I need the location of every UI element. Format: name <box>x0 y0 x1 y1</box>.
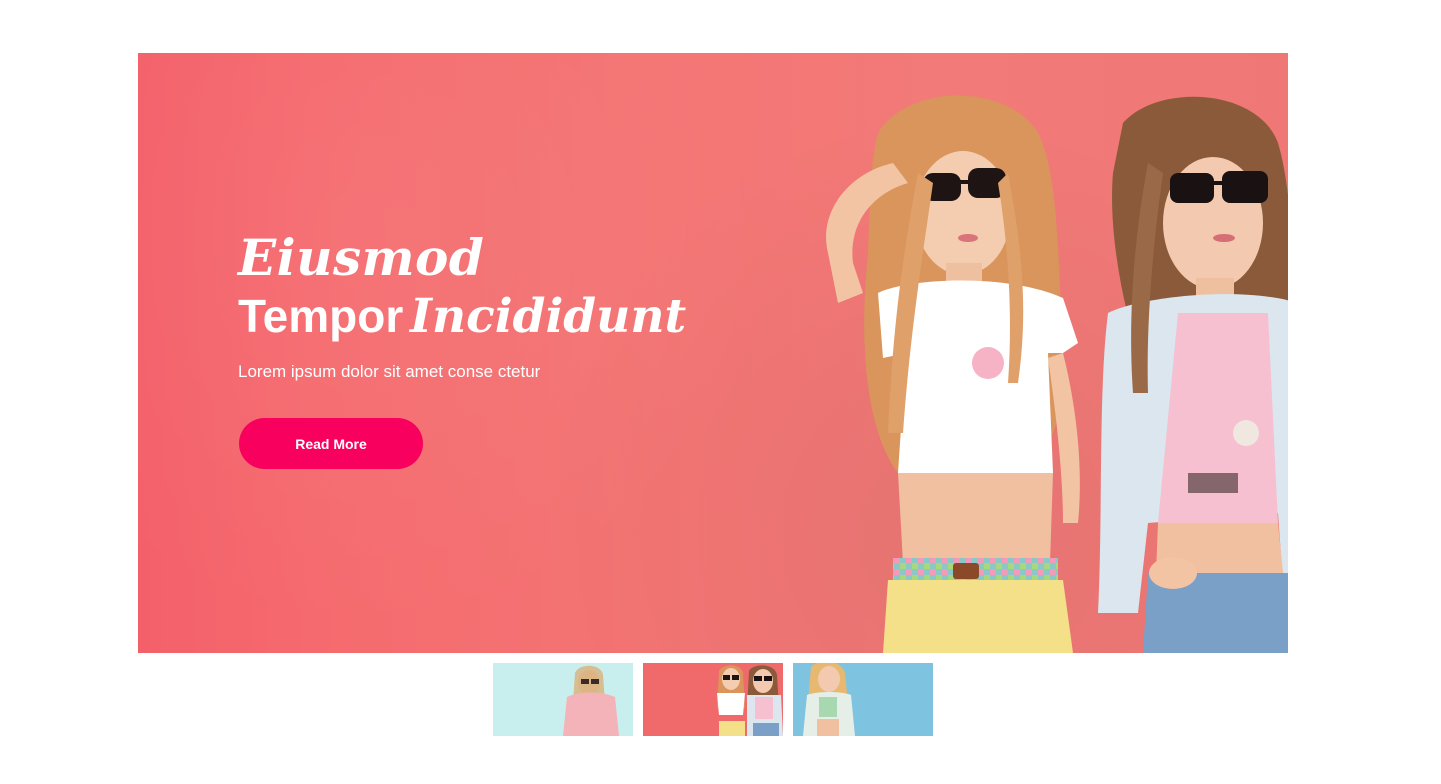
thumbnail-image-3 <box>793 663 933 736</box>
slide-title-line2: Tempor Incididunt <box>238 287 758 354</box>
fashion-models-image <box>826 95 1288 653</box>
slider-thumbnails <box>493 663 933 736</box>
thumbnail-image-1 <box>493 663 633 736</box>
slide-title-italic: Incididunt <box>409 289 687 344</box>
hero-slider: Eiusmod Tempor Incididunt Lorem ipsum do… <box>138 53 1288 653</box>
slide-title-line1: Eiusmod <box>238 228 485 287</box>
slide-title-bold: Tempor <box>238 290 404 342</box>
model-right <box>1098 96 1288 653</box>
slide-thumbnail-2[interactable] <box>643 663 783 736</box>
slide-thumbnail-1[interactable] <box>493 663 633 736</box>
slide-caption: Eiusmod Tempor Incididunt Lorem ipsum do… <box>238 229 758 382</box>
slide-thumbnail-3[interactable] <box>793 663 933 736</box>
model-left <box>826 95 1080 653</box>
read-more-button[interactable]: Read More <box>239 418 423 469</box>
thumbnail-image-2 <box>643 663 783 736</box>
slide-subtitle: Lorem ipsum dolor sit amet conse ctetur <box>238 362 541 381</box>
